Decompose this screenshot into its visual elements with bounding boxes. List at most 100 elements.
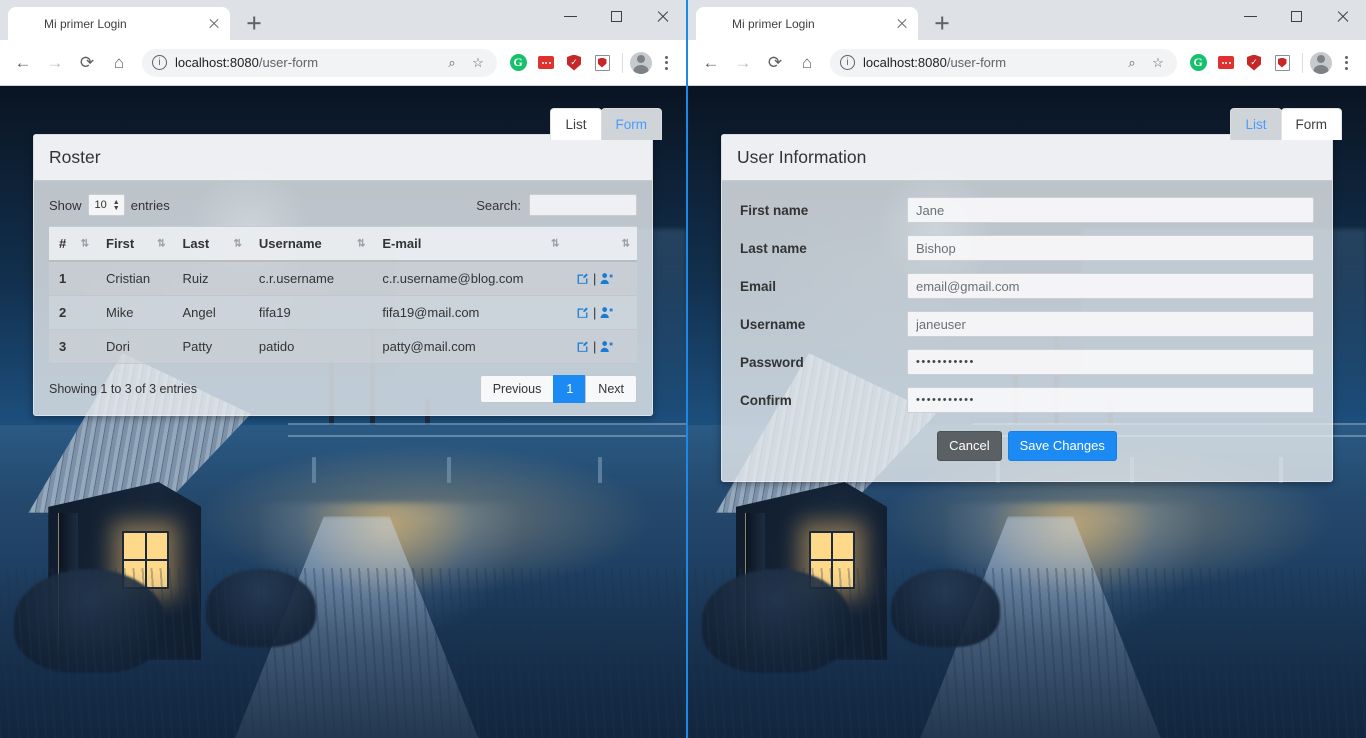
edit-pencil-icon[interactable] bbox=[576, 271, 589, 286]
cell-username: c.r.username bbox=[248, 261, 373, 296]
spring-leaf-icon bbox=[20, 16, 36, 32]
browser-window-right: Mi primer Login ← → ⟳ ⌂ i localhost:8080… bbox=[686, 0, 1366, 738]
reload-icon[interactable]: ⟳ bbox=[760, 48, 790, 78]
page-1-button[interactable]: 1 bbox=[553, 375, 587, 403]
maximize-button[interactable] bbox=[1274, 0, 1320, 32]
tab-title: Mi primer Login bbox=[44, 16, 127, 31]
password-field[interactable] bbox=[907, 349, 1314, 375]
tab-list[interactable]: List bbox=[550, 108, 602, 141]
avast-safeprice-icon[interactable] bbox=[589, 50, 615, 76]
entries-select[interactable]: 10 ▲ ▼ bbox=[87, 194, 125, 216]
new-tab-button[interactable] bbox=[240, 9, 268, 37]
browser-tab[interactable]: Mi primer Login bbox=[8, 7, 230, 40]
grammarly-icon[interactable]: G bbox=[505, 50, 531, 76]
back-icon[interactable]: ← bbox=[8, 48, 38, 78]
entries-label: entries bbox=[130, 197, 170, 213]
cell-first: Cristian bbox=[96, 261, 173, 296]
close-tab-icon[interactable] bbox=[206, 16, 222, 32]
delete-user-icon[interactable] bbox=[600, 339, 614, 354]
zoom-icon[interactable]: ⌕ bbox=[1123, 55, 1141, 71]
table-row[interactable]: 3 Dori Patty patido patty@mail.com | bbox=[49, 329, 637, 364]
toolbar-divider bbox=[1302, 52, 1303, 73]
close-tab-icon[interactable] bbox=[894, 16, 910, 32]
first-name-field[interactable] bbox=[907, 197, 1314, 223]
zoom-icon[interactable]: ⌕ bbox=[443, 55, 461, 71]
app-nav-tabs-left: List Form bbox=[550, 108, 662, 141]
field-row-confirm: Confirm bbox=[740, 387, 1314, 413]
kebab-menu-icon[interactable] bbox=[1334, 50, 1358, 76]
address-bar[interactable]: i localhost:8080/user-form ⌕ ☆ bbox=[142, 48, 497, 77]
user-form: First name Last name Email Username bbox=[722, 181, 1332, 481]
sort-icon: ⇅ bbox=[621, 238, 630, 249]
column-header-index[interactable]: # ⇅ bbox=[49, 226, 97, 262]
email-field[interactable] bbox=[907, 273, 1314, 299]
forward-icon[interactable]: → bbox=[40, 48, 70, 78]
page-viewport-left: List Form Roster Show 10 ▲ ▼ entries Sea… bbox=[0, 86, 686, 738]
column-header-username[interactable]: Username ⇅ bbox=[248, 226, 373, 262]
username-field[interactable] bbox=[907, 311, 1314, 337]
field-row-last-name: Last name bbox=[740, 235, 1314, 261]
close-window-button[interactable] bbox=[640, 0, 686, 32]
profile-avatar-icon[interactable] bbox=[630, 51, 652, 74]
bookmark-star-icon[interactable]: ☆ bbox=[1149, 55, 1167, 71]
table-row[interactable]: 2 Mike Angel fifa19 fifa19@mail.com | bbox=[49, 295, 637, 330]
cancel-button[interactable]: Cancel bbox=[937, 431, 1002, 461]
cell-actions: | bbox=[566, 261, 637, 296]
avast-shield-icon[interactable]: ✓ bbox=[561, 50, 587, 76]
column-header-first[interactable]: First ⇅ bbox=[96, 226, 173, 262]
reload-icon[interactable]: ⟳ bbox=[72, 48, 102, 78]
kebab-menu-icon[interactable] bbox=[654, 50, 678, 76]
chevron-updown-icon: ▲ ▼ bbox=[112, 198, 120, 212]
next-page-button[interactable]: Next bbox=[585, 375, 637, 403]
label-email: Email bbox=[740, 278, 777, 294]
pocket-icon[interactable] bbox=[533, 50, 559, 76]
url-host: localhost:8080 bbox=[863, 55, 947, 70]
tab-form[interactable]: Form bbox=[1280, 108, 1342, 141]
user-information-panel: User Information First name Last name Em… bbox=[721, 134, 1333, 482]
action-separator: | bbox=[593, 271, 597, 286]
confirm-password-field[interactable] bbox=[907, 387, 1314, 413]
new-tab-button[interactable] bbox=[928, 9, 956, 37]
save-changes-button[interactable]: Save Changes bbox=[1007, 431, 1117, 461]
fence bbox=[288, 419, 686, 484]
pocket-icon[interactable] bbox=[1213, 50, 1239, 76]
window-controls bbox=[548, 0, 686, 32]
avast-shield-icon[interactable]: ✓ bbox=[1241, 50, 1267, 76]
cell-last: Angel bbox=[172, 295, 249, 330]
edit-pencil-icon[interactable] bbox=[576, 305, 589, 320]
forward-icon[interactable]: → bbox=[728, 48, 758, 78]
minimize-button[interactable] bbox=[548, 0, 594, 32]
browser-tab[interactable]: Mi primer Login bbox=[696, 7, 918, 40]
tab-list[interactable]: List bbox=[1230, 108, 1282, 141]
site-info-icon[interactable]: i bbox=[840, 55, 855, 70]
home-icon[interactable]: ⌂ bbox=[104, 48, 134, 78]
cell-actions: | bbox=[566, 295, 637, 330]
address-bar[interactable]: i localhost:8080/user-form ⌕ ☆ bbox=[830, 48, 1177, 77]
close-window-button[interactable] bbox=[1320, 0, 1366, 32]
last-name-field[interactable] bbox=[907, 235, 1314, 261]
length-control: Show 10 ▲ ▼ entries bbox=[49, 194, 170, 216]
bookmark-star-icon[interactable]: ☆ bbox=[469, 55, 487, 71]
column-header-email[interactable]: E-mail ⇅ bbox=[372, 226, 567, 262]
grammarly-icon[interactable]: G bbox=[1185, 50, 1211, 76]
minimize-button[interactable] bbox=[1228, 0, 1274, 32]
panel-heading: User Information bbox=[722, 135, 1332, 181]
column-header-actions[interactable]: ⇅ bbox=[566, 226, 637, 262]
table-row[interactable]: 1 Cristian Ruiz c.r.username c.r.usernam… bbox=[49, 261, 637, 296]
avast-safeprice-icon[interactable] bbox=[1269, 50, 1295, 76]
tab-form[interactable]: Form bbox=[600, 108, 662, 141]
cell-email: fifa19@mail.com bbox=[372, 295, 567, 330]
previous-page-button[interactable]: Previous bbox=[479, 375, 555, 403]
delete-user-icon[interactable] bbox=[600, 271, 614, 286]
delete-user-icon[interactable] bbox=[600, 305, 614, 320]
back-icon[interactable]: ← bbox=[696, 48, 726, 78]
site-info-icon[interactable]: i bbox=[152, 55, 167, 70]
sort-icon: ⇅ bbox=[80, 238, 89, 249]
maximize-button[interactable] bbox=[594, 0, 640, 32]
search-input[interactable] bbox=[529, 194, 637, 216]
column-header-last[interactable]: Last ⇅ bbox=[172, 226, 249, 262]
search-control: Search: bbox=[476, 194, 637, 216]
profile-avatar-icon[interactable] bbox=[1310, 51, 1332, 74]
home-icon[interactable]: ⌂ bbox=[792, 48, 822, 78]
edit-pencil-icon[interactable] bbox=[576, 339, 589, 354]
